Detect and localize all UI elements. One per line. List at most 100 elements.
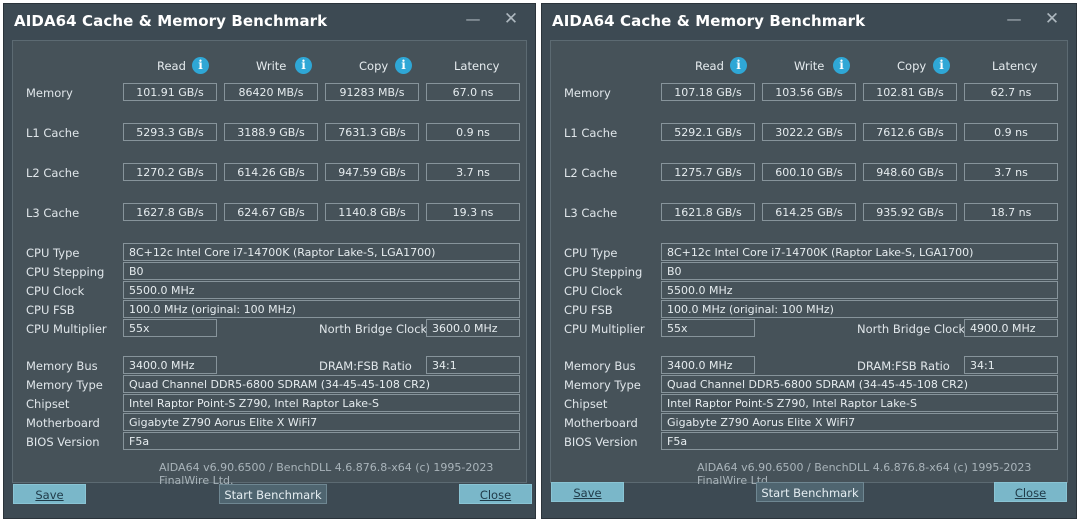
north-bridge-clock-value: 4900.0 MHz	[964, 319, 1058, 337]
memory-latency-value: 67.0 ns	[426, 83, 520, 101]
close-button[interactable]: Close	[459, 484, 532, 504]
info-icon[interactable]: i	[833, 57, 850, 74]
column-header-latency: Latency	[992, 59, 1038, 73]
l3-read-value: 1627.8 GB/s	[123, 203, 217, 221]
l3-latency-value: 18.7 ns	[964, 203, 1058, 221]
memory-write-value: 86420 MB/s	[224, 83, 318, 101]
l3-copy-value: 935.92 GB/s	[863, 203, 957, 221]
l2-write-value: 600.10 GB/s	[762, 163, 856, 181]
row-label-l1-cache: L1 Cache	[564, 126, 618, 140]
memory-bus-value: 3400.0 MHz	[661, 356, 755, 374]
motherboard-value: Gigabyte Z790 Aorus Elite X WiFi7	[123, 413, 520, 431]
results-panel: Read i Write i Copy i Latency Memory 101…	[12, 40, 527, 487]
dram-fsb-ratio-value: 34:1	[964, 356, 1058, 374]
l2-read-value: 1275.7 GB/s	[661, 163, 755, 181]
row-label-l2-cache: L2 Cache	[564, 166, 618, 180]
l3-write-value: 614.25 GB/s	[762, 203, 856, 221]
dram-fsb-ratio-label: DRAM:FSB Ratio	[319, 359, 412, 373]
north-bridge-clock-value: 3600.0 MHz	[426, 319, 520, 337]
column-header-copy: Copy i	[327, 56, 421, 76]
bios-version-label: BIOS Version	[564, 435, 638, 449]
cpu-fsb-label: CPU FSB	[26, 303, 75, 317]
start-benchmark-button[interactable]: Start Benchmark	[756, 482, 864, 502]
l1-read-value: 5293.3 GB/s	[123, 123, 217, 141]
row-label-l3-cache: L3 Cache	[26, 206, 80, 220]
memory-latency-value: 62.7 ns	[964, 83, 1058, 101]
row-label-memory: Memory	[26, 86, 73, 100]
cpu-type-label: CPU Type	[26, 246, 80, 260]
row-label-l3-cache: L3 Cache	[564, 206, 618, 220]
minimize-icon[interactable]: —	[461, 8, 485, 30]
benchmark-window-right: AIDA64 Cache & Memory Benchmark — ✕ Read…	[542, 4, 1076, 518]
l2-write-value: 614.26 GB/s	[224, 163, 318, 181]
cpu-stepping-value: B0	[661, 262, 1058, 280]
close-button-label: Close	[479, 488, 512, 502]
info-icon[interactable]: i	[192, 57, 209, 74]
column-header-write: Write i	[226, 56, 320, 76]
north-bridge-clock-label: North Bridge Clock	[319, 322, 428, 336]
column-header-copy: Copy i	[865, 56, 959, 76]
cpu-multiplier-label: CPU Multiplier	[564, 322, 645, 336]
title-bar[interactable]: AIDA64 Cache & Memory Benchmark — ✕	[4, 4, 535, 36]
l1-latency-value: 0.9 ns	[964, 123, 1058, 141]
memory-bus-label: Memory Bus	[564, 359, 636, 373]
memory-read-value: 101.91 GB/s	[123, 83, 217, 101]
minimize-icon[interactable]: —	[1002, 8, 1026, 30]
title-bar[interactable]: AIDA64 Cache & Memory Benchmark — ✕	[542, 4, 1076, 36]
memory-type-label: Memory Type	[564, 378, 641, 392]
info-icon[interactable]: i	[933, 57, 950, 74]
l2-copy-value: 948.60 GB/s	[863, 163, 957, 181]
cpu-multiplier-value: 55x	[661, 319, 755, 337]
dram-fsb-ratio-value: 34:1	[426, 356, 520, 374]
close-icon[interactable]: ✕	[1040, 8, 1064, 30]
l3-write-value: 624.67 GB/s	[224, 203, 318, 221]
cpu-clock-value: 5500.0 MHz	[661, 281, 1058, 299]
cpu-stepping-label: CPU Stepping	[26, 265, 105, 279]
l1-write-value: 3022.2 GB/s	[762, 123, 856, 141]
memory-bus-value: 3400.0 MHz	[123, 356, 217, 374]
column-header-read: Read i	[663, 56, 757, 76]
window-title: AIDA64 Cache & Memory Benchmark	[14, 12, 328, 30]
l2-copy-value: 947.59 GB/s	[325, 163, 419, 181]
memory-copy-value: 102.81 GB/s	[863, 83, 957, 101]
column-header-latency: Latency	[454, 59, 500, 73]
save-button[interactable]: Save	[551, 482, 624, 502]
cpu-clock-label: CPU Clock	[564, 284, 623, 298]
column-header-write: Write i	[764, 56, 858, 76]
save-button[interactable]: Save	[13, 484, 86, 504]
cpu-multiplier-value: 55x	[123, 319, 217, 337]
close-icon[interactable]: ✕	[499, 8, 523, 30]
l3-read-value: 1621.8 GB/s	[661, 203, 755, 221]
cpu-type-value: 8C+12c Intel Core i7-14700K (Raptor Lake…	[123, 243, 520, 261]
row-label-l1-cache: L1 Cache	[26, 126, 80, 140]
cpu-fsb-value: 100.0 MHz (original: 100 MHz)	[661, 300, 1058, 318]
l2-latency-value: 3.7 ns	[426, 163, 520, 181]
bios-version-label: BIOS Version	[26, 435, 100, 449]
bios-version-value: F5a	[123, 432, 520, 450]
close-button[interactable]: Close	[994, 482, 1067, 502]
info-icon[interactable]: i	[395, 57, 412, 74]
l3-copy-value: 1140.8 GB/s	[325, 203, 419, 221]
north-bridge-clock-label: North Bridge Clock	[857, 322, 966, 336]
info-icon[interactable]: i	[730, 57, 747, 74]
start-benchmark-button[interactable]: Start Benchmark	[219, 484, 327, 504]
cpu-clock-label: CPU Clock	[26, 284, 85, 298]
memory-type-label: Memory Type	[26, 378, 103, 392]
cpu-fsb-label: CPU FSB	[564, 303, 613, 317]
cpu-multiplier-label: CPU Multiplier	[26, 322, 107, 336]
memory-type-value: Quad Channel DDR5-6800 SDRAM (34-45-45-1…	[123, 375, 520, 393]
memory-read-value: 107.18 GB/s	[661, 83, 755, 101]
column-header-read: Read i	[125, 56, 219, 76]
memory-type-value: Quad Channel DDR5-6800 SDRAM (34-45-45-1…	[661, 375, 1058, 393]
cpu-stepping-label: CPU Stepping	[564, 265, 643, 279]
cpu-clock-value: 5500.0 MHz	[123, 281, 520, 299]
chipset-value: Intel Raptor Point-S Z790, Intel Raptor …	[123, 394, 520, 412]
cpu-stepping-value: B0	[123, 262, 520, 280]
l1-read-value: 5292.1 GB/s	[661, 123, 755, 141]
info-icon[interactable]: i	[295, 57, 312, 74]
chipset-label: Chipset	[564, 397, 608, 411]
chipset-label: Chipset	[26, 397, 70, 411]
motherboard-label: Motherboard	[26, 416, 100, 430]
l2-read-value: 1270.2 GB/s	[123, 163, 217, 181]
close-button-label: Close	[1014, 486, 1047, 500]
